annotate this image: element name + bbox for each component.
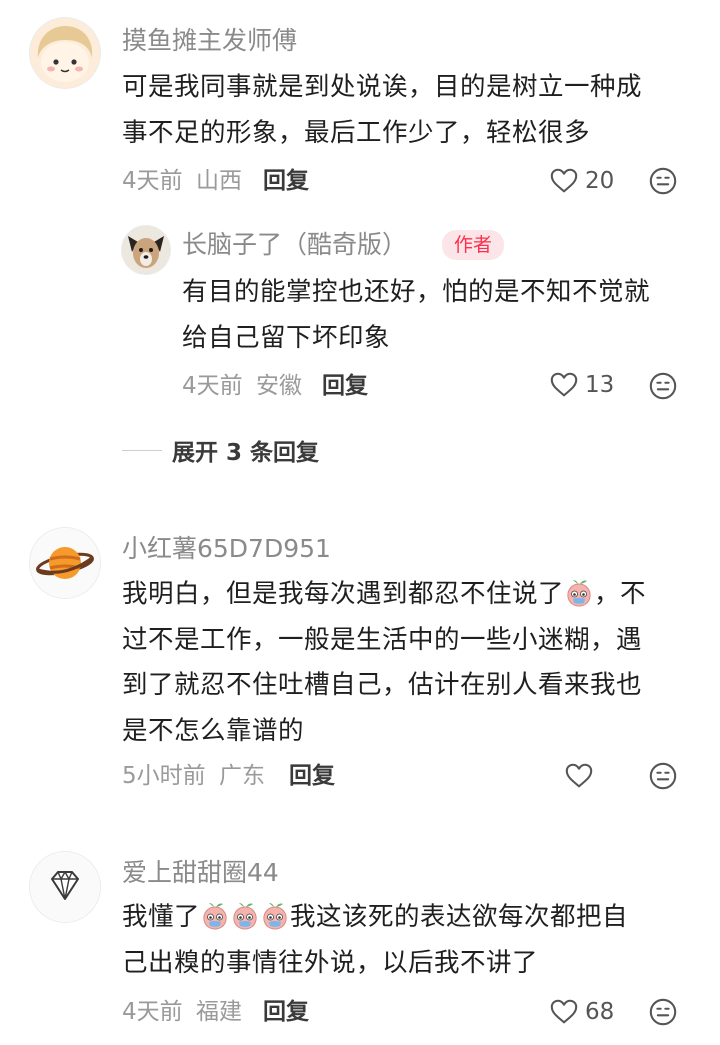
comment-username[interactable]: 长脑子了（酷奇版） <box>182 230 407 260</box>
like-button[interactable]: 68 <box>549 995 614 1029</box>
comment-text-line: 可是我同事就是到处说诶，目的是树立一种成 <box>122 72 643 102</box>
comment-text-line: 我懂了 我这该死的表达欲每次都把自 <box>122 895 702 941</box>
like-count: 68 <box>585 999 615 1025</box>
like-count: 13 <box>585 372 615 398</box>
comment-text-line: 我明白，但是我每次遇到都忍不住说了 ，不 <box>122 572 702 618</box>
cartoon-girl-icon <box>30 18 100 88</box>
smiley-icon[interactable] <box>648 166 678 196</box>
like-button[interactable]: 13 <box>549 368 614 402</box>
reply-button[interactable]: 回复 <box>322 371 368 401</box>
comment-item: 摸鱼摊主发师傅 可是我同事就是到处说诶，目的是树立一种成 事不足的形象，最后工作… <box>0 0 720 210</box>
expand-replies-button[interactable]: 展开 3 条回复 <box>122 433 319 467</box>
comment-text: 有目的能掌控也还好，怕的是不知不觉就 给自己留下坏印象 <box>182 270 702 361</box>
peach-sweat-emoji-icon <box>230 901 260 931</box>
heart-icon <box>549 166 579 196</box>
smiley-icon[interactable] <box>648 997 678 1027</box>
comment-location: 安徽 <box>255 373 302 399</box>
comment-text-segment: 我懂了 <box>122 902 201 932</box>
comment-location: 广东 <box>218 763 265 789</box>
comment-location: 山西 <box>195 168 242 194</box>
comment-text-line: 己出糗的事情往外说，以后我不讲了 <box>122 947 539 978</box>
smiley-icon[interactable] <box>648 371 678 401</box>
comment-meta: 4天前 安徽 <box>182 371 302 401</box>
comment-meta: 4天前 山西 <box>122 166 242 196</box>
comment-username[interactable]: 爱上甜甜圈44 <box>122 858 279 888</box>
avatar[interactable] <box>30 18 100 88</box>
author-badge: 作者 <box>442 230 505 260</box>
comment-time: 4天前 <box>182 373 243 399</box>
comment-meta: 5小时前 广东 <box>122 761 265 791</box>
comment-username[interactable]: 摸鱼摊主发师傅 <box>122 26 297 56</box>
comment-item: 爱上甜甜圈44 我懂了 我这该死的表达欲每次都把自 己出糗的事情往外说，以后我不讲… <box>0 840 720 1045</box>
expand-replies-label: 展开 3 条回复 <box>172 440 320 466</box>
like-count: 20 <box>585 168 615 194</box>
comment-username[interactable]: 小红薯65D7D951 <box>122 534 331 564</box>
comment-text-line: 过不是工作，一般是生活中的一些小迷糊，遇 <box>122 624 643 655</box>
comment-text: 我明白，但是我每次遇到都忍不住说了 ，不 过不是工作，一般是生活中的一些小迷糊，遇… <box>122 572 702 754</box>
peach-sweat-emoji-icon <box>260 901 290 931</box>
reply-button[interactable]: 回复 <box>263 997 309 1027</box>
comment-time: 4天前 <box>122 168 183 194</box>
comment-text: 可是我同事就是到处说诶，目的是树立一种成 事不足的形象，最后工作少了，轻松很多 <box>122 65 702 156</box>
comment-text-line: 事不足的形象，最后工作少了，轻松很多 <box>122 117 591 148</box>
heart-icon <box>564 761 594 791</box>
like-button[interactable]: 20 <box>549 164 614 198</box>
comment-text-segment: 我这该死的表达欲每次都把自 <box>290 902 629 932</box>
comment-item: 小红薯65D7D951 我明白，但是我每次遇到都忍不住说了 ，不 过不是工作，一般… <box>0 520 720 820</box>
expand-divider <box>122 449 162 451</box>
heart-icon <box>549 370 579 400</box>
avatar[interactable] <box>122 226 170 274</box>
avatar[interactable] <box>30 852 100 922</box>
comment-text-line: 到了就忍不住吐槽自己，估计在别人看来我也 <box>122 670 643 700</box>
comment-text-line: 是不怎么靠谱的 <box>122 715 305 746</box>
reply-button[interactable]: 回复 <box>263 166 309 196</box>
reply-item: 长脑子了（酷奇版） 作者 有目的能掌控也还好，怕的是不知不觉就 给自己留下坏印象… <box>0 210 720 420</box>
comment-text-line: 有目的能掌控也还好，怕的是不知不觉就 <box>182 277 651 307</box>
comment-time: 5小时前 <box>122 763 206 789</box>
comment-meta: 4天前 福建 <box>122 997 242 1027</box>
diamond-icon <box>30 852 100 922</box>
peach-sweat-emoji-icon <box>200 901 230 931</box>
comment-text-line: 给自己留下坏印象 <box>182 322 391 353</box>
comment-text-segment: 我明白，但是我每次遇到都忍不住说了 <box>122 579 565 609</box>
dog-icon <box>122 226 170 274</box>
heart-icon <box>549 997 579 1027</box>
like-button[interactable] <box>564 759 594 793</box>
avatar[interactable] <box>30 528 100 598</box>
reply-button[interactable]: 回复 <box>289 761 335 791</box>
comment-text-segment: ，不 <box>594 579 647 609</box>
comment-location: 福建 <box>195 999 242 1025</box>
planet-icon <box>30 528 100 598</box>
smiley-icon[interactable] <box>648 761 678 791</box>
comment-time: 4天前 <box>122 999 183 1025</box>
peach-crying-emoji-icon <box>564 578 594 608</box>
comment-text: 我懂了 我这该死的表达欲每次都把自 己出糗的事情往外说，以后我不讲了 <box>122 895 702 986</box>
